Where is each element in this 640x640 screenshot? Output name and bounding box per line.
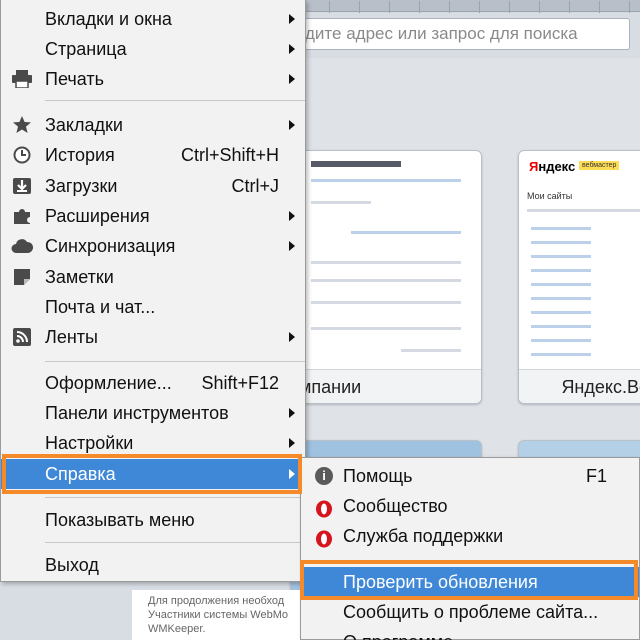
menu-item-bookmarks[interactable]: Закладки: [1, 110, 305, 140]
speed-dial-tile-2[interactable]: Яндекс вебмастер Мои сайты Яндекс.Ве: [518, 150, 640, 404]
rss-icon: [11, 327, 33, 347]
menu-item-notes[interactable]: Заметки: [1, 262, 305, 292]
printer-icon: [11, 69, 33, 89]
puzzle-icon: [11, 206, 33, 226]
page-content-text: Для продолжения необход Участники систем…: [132, 590, 302, 640]
submenu-arrow-icon: [289, 120, 295, 130]
address-bar[interactable]: дите адрес или запрос для поиска: [300, 18, 630, 50]
menu-item-appearance[interactable]: Оформление... Shift+F12: [1, 368, 305, 398]
yandex-logo: Яндекс: [529, 159, 576, 174]
menu-item-sync[interactable]: Синхронизация: [1, 231, 305, 261]
menu-separator: [45, 497, 305, 498]
webmaster-badge: вебмастер: [579, 161, 620, 170]
menu-item-print[interactable]: Печать: [1, 64, 305, 94]
tile-heading: Мои сайты: [527, 191, 573, 201]
submenu-arrow-icon: [289, 44, 295, 54]
submenu-arrow-icon: [289, 211, 295, 221]
note-icon: [11, 267, 33, 287]
menu-separator: [45, 100, 305, 101]
menu-item-show-menu[interactable]: Показывать меню: [1, 505, 305, 535]
highlight-box-help: [2, 454, 302, 494]
opera-icon: [315, 527, 333, 548]
main-menu: Вкладки и окна Страница Печать Закладки …: [0, 0, 306, 582]
opera-icon: [315, 497, 333, 518]
submenu-item-community[interactable]: Сообщество: [301, 491, 639, 521]
menu-item-extensions[interactable]: Расширения: [1, 201, 305, 231]
submenu-arrow-icon: [289, 14, 295, 24]
menu-item-downloads[interactable]: Загрузки Ctrl+J: [1, 171, 305, 201]
submenu-arrow-icon: [289, 241, 295, 251]
download-icon: [11, 176, 33, 196]
menu-item-history[interactable]: История Ctrl+Shift+H: [1, 140, 305, 170]
menu-item-mail-and-chat[interactable]: Почта и чат...: [1, 292, 305, 322]
submenu-arrow-icon: [289, 438, 295, 448]
submenu-arrow-icon: [289, 74, 295, 84]
submenu-item-support[interactable]: Служба поддержки: [301, 521, 639, 551]
info-icon: i: [315, 467, 333, 485]
submenu-item-help-contents[interactable]: i Помощь F1: [301, 461, 639, 491]
submenu-arrow-icon: [289, 408, 295, 418]
submenu-item-about[interactable]: О программе: [301, 627, 639, 640]
tab-strip[interactable]: [300, 0, 640, 13]
tile-caption: мпании: [291, 369, 481, 403]
tile-caption: Яндекс.Ве: [519, 369, 640, 403]
menu-item-tabs-and-windows[interactable]: Вкладки и окна: [1, 4, 305, 34]
menu-separator: [45, 542, 305, 543]
menu-item-toolbars[interactable]: Панели инструментов: [1, 398, 305, 428]
submenu-item-report-site-problem[interactable]: Сообщить о проблеме сайта...: [301, 597, 639, 627]
highlight-box-check-updates: [300, 560, 638, 600]
menu-item-feeds[interactable]: Ленты: [1, 322, 305, 352]
submenu-arrow-icon: [289, 332, 295, 342]
speed-dial-tile-1[interactable]: мпании: [290, 150, 482, 404]
clock-icon: [11, 145, 33, 165]
help-submenu: i Помощь F1 Сообщество Служба поддержки …: [300, 457, 640, 640]
star-icon: [11, 115, 33, 135]
menu-separator: [45, 361, 305, 362]
menu-item-exit[interactable]: Выход: [1, 550, 305, 580]
menu-item-page[interactable]: Страница: [1, 34, 305, 64]
cloud-icon: [11, 236, 33, 256]
